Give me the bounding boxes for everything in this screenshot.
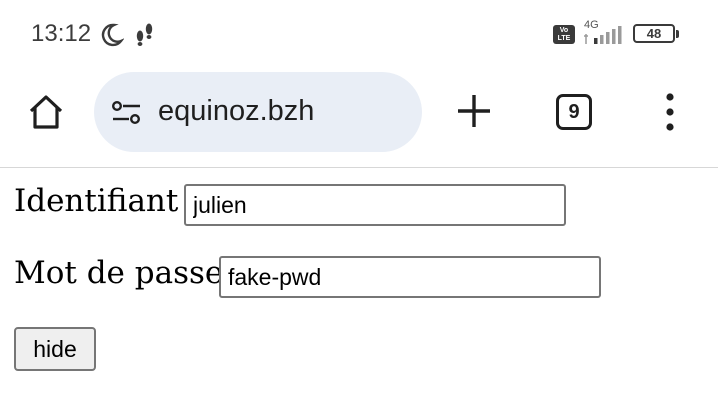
toolbar-divider (0, 167, 718, 168)
username-label: Identifiant (14, 183, 179, 219)
url-text[interactable]: equinoz.bzh (158, 95, 314, 128)
signal-icon (584, 26, 622, 44)
address-bar[interactable]: equinoz.bzh (94, 72, 422, 152)
battery-cap (676, 30, 679, 38)
site-settings-icon[interactable] (111, 100, 143, 126)
status-bar: 13:12 Vo LTE 4G 48 (0, 0, 718, 70)
home-icon[interactable] (26, 92, 66, 132)
moon-icon (101, 23, 124, 47)
volte-icon: Vo LTE (553, 25, 575, 44)
battery-icon: 48 (633, 24, 675, 43)
username-input[interactable] (184, 184, 566, 226)
password-label: Mot de passe (14, 255, 224, 291)
password-input[interactable] (219, 256, 601, 298)
battery-level: 48 (646, 26, 662, 41)
new-tab-icon[interactable] (455, 92, 493, 130)
tabs-icon[interactable]: 9 (556, 94, 592, 130)
more-menu-icon[interactable] (660, 92, 680, 132)
browser-toolbar: equinoz.bzh 9 (0, 70, 718, 168)
status-time: 13:12 (31, 20, 92, 47)
footsteps-icon (136, 23, 153, 46)
hide-button[interactable]: hide (14, 327, 96, 371)
